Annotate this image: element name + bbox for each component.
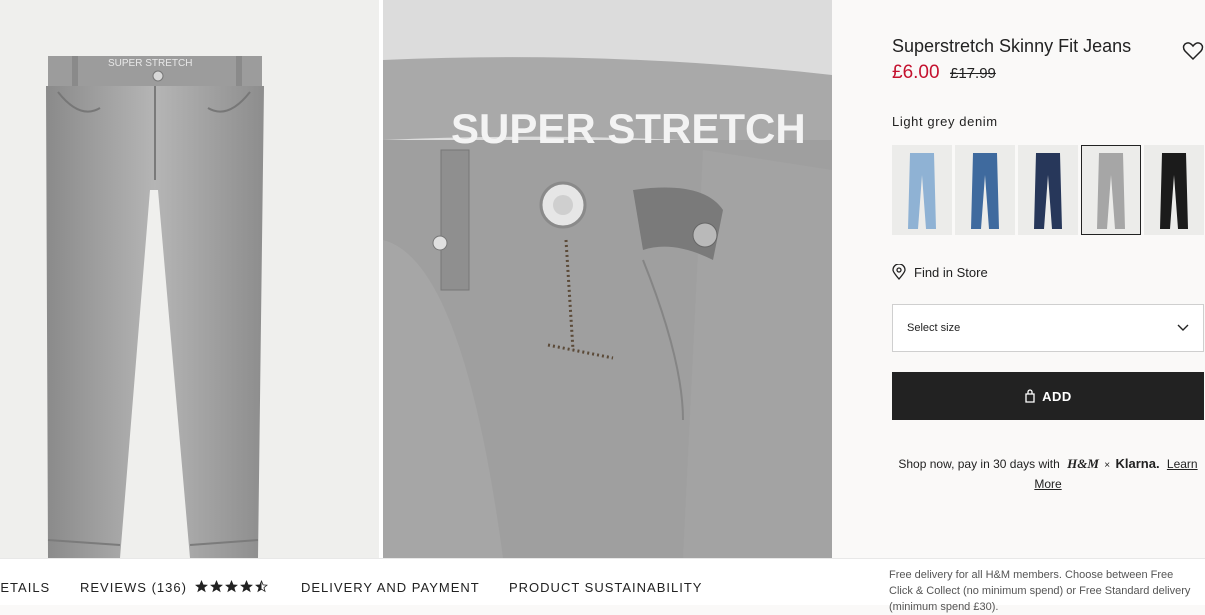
location-pin-icon: [892, 264, 906, 280]
product-title: Superstretch Skinny Fit Jeans: [892, 36, 1132, 56]
color-swatch-light-grey-denim[interactable]: [1081, 145, 1141, 235]
product-tabs-bar: DETAILS REVIEWS (136) DELIVERY AND PAYME…: [0, 558, 1205, 613]
chevron-down-icon: [1177, 324, 1189, 331]
color-swatches: [892, 145, 1204, 235]
rating-stars: [195, 580, 268, 593]
klarna-text: Shop now, pay in 30 days with: [898, 457, 1060, 471]
color-swatch-black-denim[interactable]: [1144, 145, 1204, 235]
find-in-store-link[interactable]: Find in Store: [892, 264, 988, 280]
swatch-thumbnail: [892, 145, 952, 235]
star-icon: [210, 580, 223, 593]
tab-delivery-payment[interactable]: DELIVERY AND PAYMENT: [301, 580, 480, 595]
star-icon: [240, 580, 253, 593]
tab-reviews[interactable]: REVIEWS (136): [80, 580, 187, 595]
color-swatch-light-blue-denim[interactable]: [892, 145, 952, 235]
price-current: £6.00: [892, 62, 940, 83]
size-dropdown-label: Select size: [907, 322, 961, 334]
color-swatch-dark-blue-denim[interactable]: [1018, 145, 1078, 235]
waistband-print: SUPER STRETCH: [108, 58, 192, 69]
star-icon: [195, 580, 208, 593]
product-image-full[interactable]: SUPER STRETCH: [0, 0, 379, 558]
delivery-note: Free delivery for all H&M members. Choos…: [889, 569, 1191, 613]
star-icon: [225, 580, 238, 593]
swatch-thumbnail: [1018, 145, 1078, 235]
price-row: £6.00 £17.99: [892, 62, 996, 84]
swatch-thumbnail: [1081, 145, 1141, 235]
add-to-bag-button[interactable]: ADD: [892, 372, 1204, 420]
klarna-logo: Klarna.: [1115, 456, 1160, 471]
price-original: £17.99: [950, 65, 996, 82]
swatch-thumbnail: [1144, 145, 1204, 235]
product-info-panel: Superstretch Skinny Fit Jeans £6.00 £17.…: [832, 0, 1205, 558]
star-icon: [255, 580, 268, 593]
klarna-promo: Shop now, pay in 30 days with H&M × Klar…: [892, 454, 1204, 494]
add-button-label: ADD: [1042, 388, 1072, 404]
tab-sustainability[interactable]: PRODUCT SUSTAINABILITY: [509, 580, 702, 595]
product-image-closeup[interactable]: SUPER STRETCH: [383, 0, 832, 558]
color-swatch-blue-denim[interactable]: [955, 145, 1015, 235]
swatch-thumbnail: [955, 145, 1015, 235]
heart-icon[interactable]: [1181, 38, 1205, 62]
closeup-print: SUPER STRETCH: [451, 105, 806, 152]
tab-details[interactable]: DETAILS: [0, 580, 50, 595]
shopping-bag-icon: [1025, 389, 1035, 403]
klarna-times: ×: [1104, 460, 1111, 471]
color-name: Light grey denim: [892, 114, 998, 129]
size-dropdown[interactable]: Select size: [892, 304, 1204, 352]
hm-logo: H&M: [1067, 456, 1099, 471]
find-in-store-label: Find in Store: [914, 264, 988, 280]
